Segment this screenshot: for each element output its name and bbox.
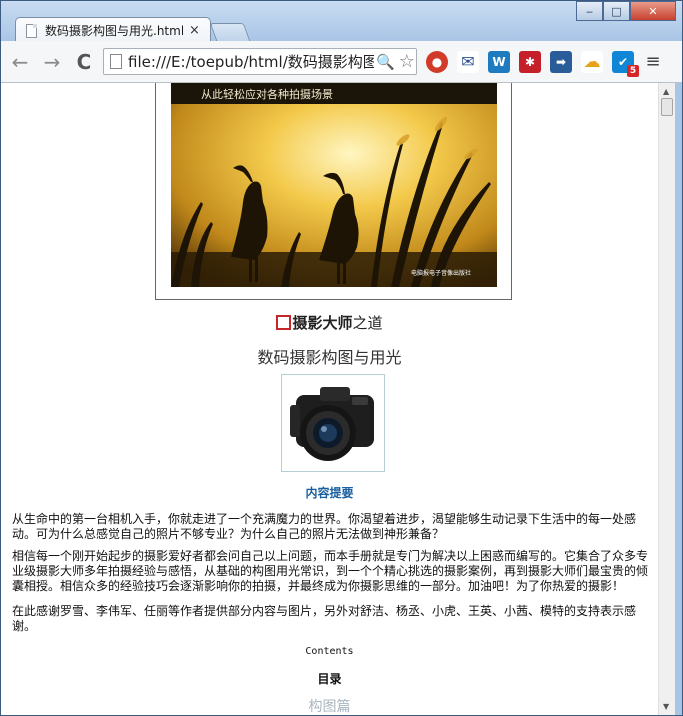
book-title: 数码摄影构图与用光	[257, 348, 402, 367]
section-heading[interactable]: 构图篇	[1, 696, 658, 715]
window-controls: ‒ □ ✕	[576, 1, 676, 21]
url-text[interactable]: file:///E:/toepub/html/数码摄影构图与用光.html	[128, 51, 374, 72]
book-cover: 从此轻松应对各种拍摄场景 电脑报电子音像出版社	[155, 83, 512, 300]
close-window-button[interactable]: ✕	[630, 1, 676, 21]
scroll-thumb[interactable]	[661, 98, 673, 116]
summary-heading: 内容提要	[305, 486, 354, 500]
scroll-down-arrow-icon[interactable]: ▼	[663, 702, 669, 711]
page-content: 从此轻松应对各种拍摄场景 电脑报电子音像出版社 摄影大师之道 数码摄影构图与用光…	[1, 83, 658, 715]
camera-image	[281, 374, 385, 472]
cover-publisher: 电脑报电子音像出版社	[411, 270, 472, 277]
arrow-extension-icon[interactable]: ➡	[550, 50, 572, 73]
cover-photo	[171, 83, 497, 287]
paragraph-intro: 从生命中的第一台相机入手，你就走进了一个充满魔力的世界。你渴望着进步，渴望能够生…	[12, 512, 637, 541]
forward-button[interactable]: →	[39, 49, 65, 75]
series-light: 之道	[352, 314, 383, 332]
tab-title: 数码摄影构图与用光.html	[45, 24, 183, 38]
series-title: 摄影大师之道	[1, 312, 658, 333]
mail-extension-icon[interactable]: ✉	[457, 50, 479, 73]
new-tab-button[interactable]	[209, 23, 251, 41]
back-button[interactable]: ←	[7, 49, 33, 75]
cloud-extension-icon[interactable]: ☁	[581, 50, 603, 73]
paragraph-body: 相信每一个刚开始起步的摄影爱好者都会问自己以上问题，而本手册就是专门为解决以上困…	[12, 549, 649, 593]
reload-button[interactable]: C	[71, 49, 97, 75]
red-square-icon	[276, 315, 292, 330]
bookmark-star-icon[interactable]: ☆	[399, 51, 415, 72]
browser-toolbar: ← → C file:///E:/toepub/html/数码摄影构图与用光.h…	[1, 41, 682, 83]
vertical-scrollbar[interactable]: ▲ ▼	[658, 83, 675, 715]
scroll-up-arrow-icon[interactable]: ▲	[663, 87, 669, 96]
notification-badge: 5	[627, 64, 639, 77]
menu-icon[interactable]: ≡	[642, 51, 664, 73]
zoom-icon[interactable]: 🔍	[376, 53, 395, 71]
camera-icon	[290, 387, 374, 461]
minimize-button[interactable]: ‒	[576, 1, 603, 21]
series-bold: 摄影大师	[292, 314, 353, 332]
cover-tagline: 从此轻松应对各种拍摄场景	[201, 88, 333, 101]
stop-extension-icon[interactable]: ●	[426, 50, 448, 73]
page-icon	[110, 54, 122, 69]
address-bar[interactable]: file:///E:/toepub/html/数码摄影构图与用光.html 🔍 …	[103, 48, 417, 75]
toc-heading: 目录	[317, 672, 342, 686]
star-extension-icon[interactable]: ✱	[519, 50, 541, 73]
check-extension-icon[interactable]: ✔ 5	[612, 50, 639, 77]
title-bar: 数码摄影构图与用光.html × ‒ □ ✕	[1, 1, 682, 43]
document-icon	[26, 23, 37, 38]
browser-tab[interactable]: 数码摄影构图与用光.html ×	[15, 17, 211, 43]
paragraph-thanks: 在此感谢罗雪、李伟军、任丽等作者提供部分内容与图片，另外对舒洁、杨丞、小虎、王英…	[12, 604, 637, 633]
tab-close-button[interactable]: ×	[189, 23, 200, 38]
word-extension-icon[interactable]: W	[488, 50, 510, 73]
contents-label: Contents	[305, 646, 354, 657]
maximize-button[interactable]: □	[603, 1, 630, 21]
